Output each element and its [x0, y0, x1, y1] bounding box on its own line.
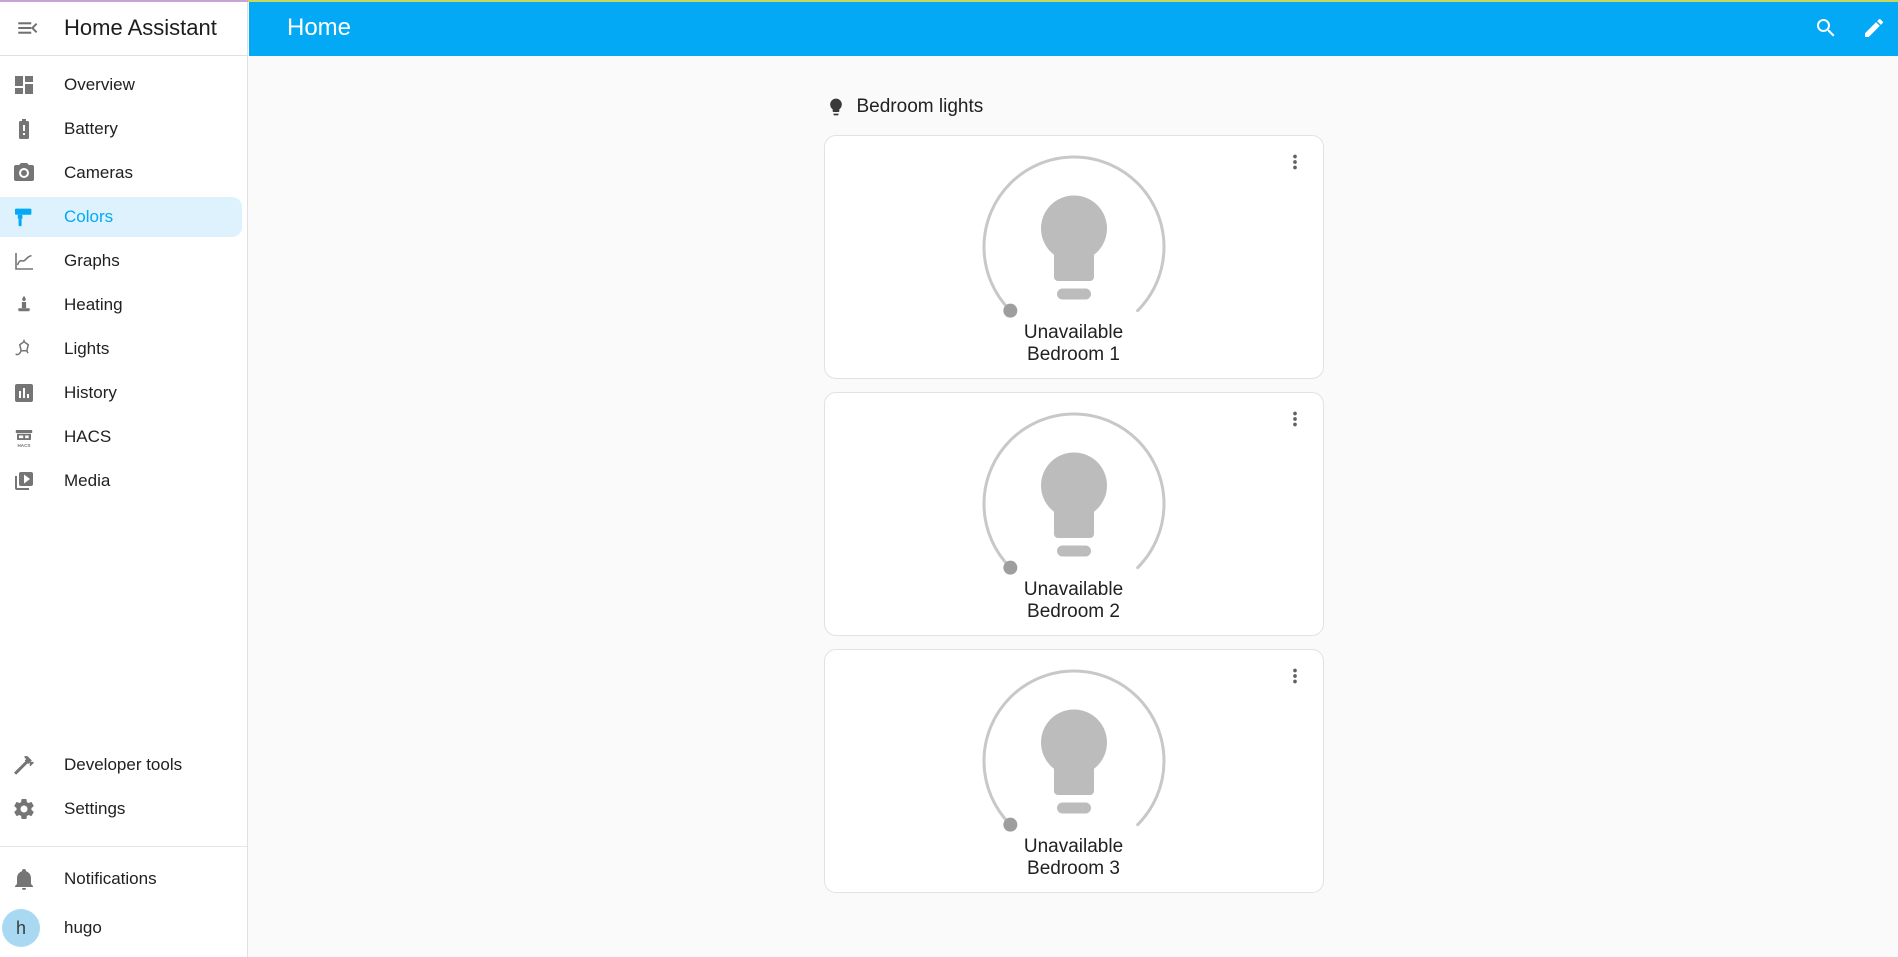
sidebar-item-heating[interactable]: Heating [0, 285, 242, 325]
svg-text:HACS: HACS [17, 443, 30, 448]
card-texts: Unavailable Bedroom 2 [825, 579, 1323, 623]
card-column: Bedroom lights Unavailable Bedroom 1 Una… [823, 94, 1324, 906]
sidebar-item-overview[interactable]: Overview [0, 65, 242, 105]
top-edge-strip-right [248, 0, 1898, 2]
entity-name[interactable]: Bedroom 3 [825, 858, 1323, 880]
entity-name[interactable]: Bedroom 1 [825, 344, 1323, 366]
lightbulb-large-icon [1040, 452, 1107, 557]
dots-vertical-icon [1284, 408, 1306, 430]
card-menu-button[interactable] [1275, 656, 1315, 696]
dial-knob [1002, 303, 1017, 318]
sidebar-toggle-button[interactable] [4, 4, 52, 52]
play-box-multiple-icon [12, 469, 36, 493]
header-actions [1802, 4, 1898, 52]
sidebar-user-profile[interactable]: h hugo [0, 903, 247, 953]
sidebar-item-media[interactable]: Media [0, 461, 242, 501]
sidebar-item-lights[interactable]: Lights [0, 329, 242, 369]
page-title: Home [287, 14, 352, 41]
avatar: h [2, 909, 40, 947]
sidebar-footer-nav: Developer tools Settings [0, 741, 247, 833]
sidebar-item-colors[interactable]: Colors [0, 197, 242, 237]
battery-alert-icon [12, 117, 36, 141]
brightness-dial[interactable] [964, 152, 1184, 324]
sidebar-divider [0, 846, 247, 847]
dashboard-content: Bedroom lights Unavailable Bedroom 1 Una… [249, 56, 1898, 957]
card-texts: Unavailable Bedroom 3 [825, 836, 1323, 880]
card-texts: Unavailable Bedroom 1 [825, 322, 1323, 366]
top-edge-strip-left [0, 0, 248, 2]
app-header: Home [249, 0, 1898, 56]
sidebar-nav: Overview Battery Cameras Colors Graphs H… [0, 56, 247, 505]
hammer-icon [12, 753, 36, 777]
app-title: Home Assistant [64, 14, 217, 40]
light-card-bedroom-2: Unavailable Bedroom 2 [823, 392, 1324, 636]
light-card-bedroom-1: Unavailable Bedroom 1 [823, 135, 1324, 379]
card-menu-button[interactable] [1275, 142, 1315, 182]
chart-line-icon [12, 249, 36, 273]
dial-knob [1002, 560, 1017, 575]
hacs-store-icon: HACS [12, 425, 36, 449]
lantern-icon [12, 337, 36, 361]
entity-status: Unavailable [1023, 579, 1124, 600]
sidebar: Home Assistant Overview Battery Cameras [0, 0, 248, 957]
section-header: Bedroom lights [826, 94, 1324, 120]
sidebar-item-history[interactable]: History [0, 373, 242, 413]
menu-open-icon [15, 15, 41, 41]
dots-vertical-icon [1284, 151, 1306, 173]
gear-icon [12, 797, 36, 821]
search-icon [1814, 16, 1838, 40]
camera-icon [12, 161, 36, 185]
card-menu-button[interactable] [1275, 399, 1315, 439]
sidebar-item-cameras[interactable]: Cameras [0, 153, 242, 193]
view-dashboard-icon [12, 73, 36, 97]
brightness-dial[interactable] [964, 409, 1184, 581]
paint-roller-icon [12, 205, 36, 229]
user-name: hugo [64, 918, 102, 937]
candle-icon [12, 293, 36, 317]
sidebar-item-notifications[interactable]: Notifications [0, 859, 242, 899]
section-title: Bedroom lights [856, 96, 984, 117]
entity-name[interactable]: Bedroom 2 [825, 601, 1323, 623]
lightbulb-large-icon [1040, 709, 1107, 814]
lightbulb-large-icon [1040, 195, 1107, 300]
dots-vertical-icon [1284, 665, 1306, 687]
bell-icon [12, 867, 36, 891]
sidebar-item-developer-tools[interactable]: Developer tools [0, 745, 242, 785]
sidebar-item-hacs[interactable]: HACS HACS [0, 417, 242, 457]
light-card-bedroom-3: Unavailable Bedroom 3 [823, 649, 1324, 893]
pencil-icon [1862, 16, 1886, 40]
entity-status: Unavailable [1023, 836, 1124, 857]
sidebar-item-battery[interactable]: Battery [0, 109, 242, 149]
sidebar-header: Home Assistant [0, 0, 247, 56]
edit-dashboard-button[interactable] [1850, 4, 1898, 52]
search-button[interactable] [1802, 4, 1850, 52]
sidebar-item-settings[interactable]: Settings [0, 789, 242, 829]
entity-status: Unavailable [1023, 322, 1124, 343]
sidebar-item-graphs[interactable]: Graphs [0, 241, 242, 281]
dial-knob [1002, 817, 1017, 832]
main-area: Home Bedroom lights Unavailable Bedroom … [249, 0, 1898, 957]
brightness-dial[interactable] [964, 666, 1184, 838]
lightbulb-icon [826, 97, 846, 117]
chart-box-icon [12, 381, 36, 405]
